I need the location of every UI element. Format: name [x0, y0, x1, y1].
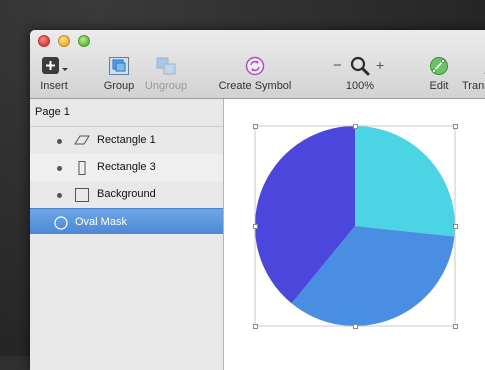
page-row[interactable]: Page 1 [30, 99, 223, 127]
canvas-artwork [254, 125, 456, 327]
resize-handle-br[interactable] [453, 324, 458, 329]
resize-handle-ml[interactable] [253, 224, 258, 229]
zoom-window-button[interactable] [78, 35, 90, 47]
layer-bullet [57, 193, 62, 198]
group-icon [108, 56, 130, 76]
rectangle-shape-icon [74, 188, 90, 205]
minimize-window-button[interactable] [58, 35, 70, 47]
layer-name: Oval Mask [75, 216, 127, 228]
oval-mask-pie[interactable] [254, 125, 455, 327]
layer-rectangle-3[interactable]: Rectangle 3 [30, 154, 223, 181]
resize-handle-bc[interactable] [353, 324, 358, 329]
zoom-level: 100% [345, 80, 375, 92]
canvas[interactable] [224, 99, 485, 370]
layer-rectangle-1[interactable]: Rectangle 1 [30, 127, 223, 154]
resize-handle-mr[interactable] [453, 224, 458, 229]
layer-bullet [57, 139, 62, 144]
resize-handle-tl[interactable] [253, 124, 258, 129]
page-name: Page 1 [35, 106, 70, 118]
transform-label: Transform [462, 80, 485, 92]
ungroup-label: Ungroup [144, 80, 188, 92]
triangle-shape-icon [74, 134, 90, 149]
oval-shape-icon [53, 216, 69, 233]
ungroup-icon [155, 56, 177, 76]
layer-name: Rectangle 1 [97, 134, 156, 146]
create-symbol-icon [245, 56, 265, 76]
group-label: Group [103, 80, 135, 92]
layer-oval-mask[interactable]: Oval Mask [30, 208, 223, 234]
app-window: Insert Group Ungroup Create Symbol − + 1… [30, 30, 485, 370]
create-symbol-label: Create Symbol [218, 80, 292, 92]
layer-background[interactable]: Background [30, 181, 223, 208]
close-window-button[interactable] [38, 35, 50, 47]
layers-sidebar: Page 1 Rectangle 1 Rectangle 3 Backgroun… [30, 99, 224, 370]
insert-label: Insert [40, 80, 68, 92]
zoom-out-button[interactable]: − [333, 57, 342, 74]
rectangle-shape-icon [74, 161, 90, 178]
zoom-in-button[interactable]: + [376, 57, 384, 73]
layer-bullet [57, 166, 62, 171]
resize-handle-bl[interactable] [253, 324, 258, 329]
layer-name: Background [97, 188, 156, 200]
resize-handle-tr[interactable] [453, 124, 458, 129]
resize-handle-tc[interactable] [353, 124, 358, 129]
toolbar: Insert Group Ungroup Create Symbol − + 1… [30, 30, 485, 99]
insert-plus-icon [40, 56, 68, 76]
edit-icon [429, 56, 449, 76]
zoom-magnifier-icon [350, 56, 370, 76]
pie-slice-cyan [355, 126, 455, 237]
layer-name: Rectangle 3 [97, 161, 156, 173]
edit-label: Edit [429, 80, 449, 92]
